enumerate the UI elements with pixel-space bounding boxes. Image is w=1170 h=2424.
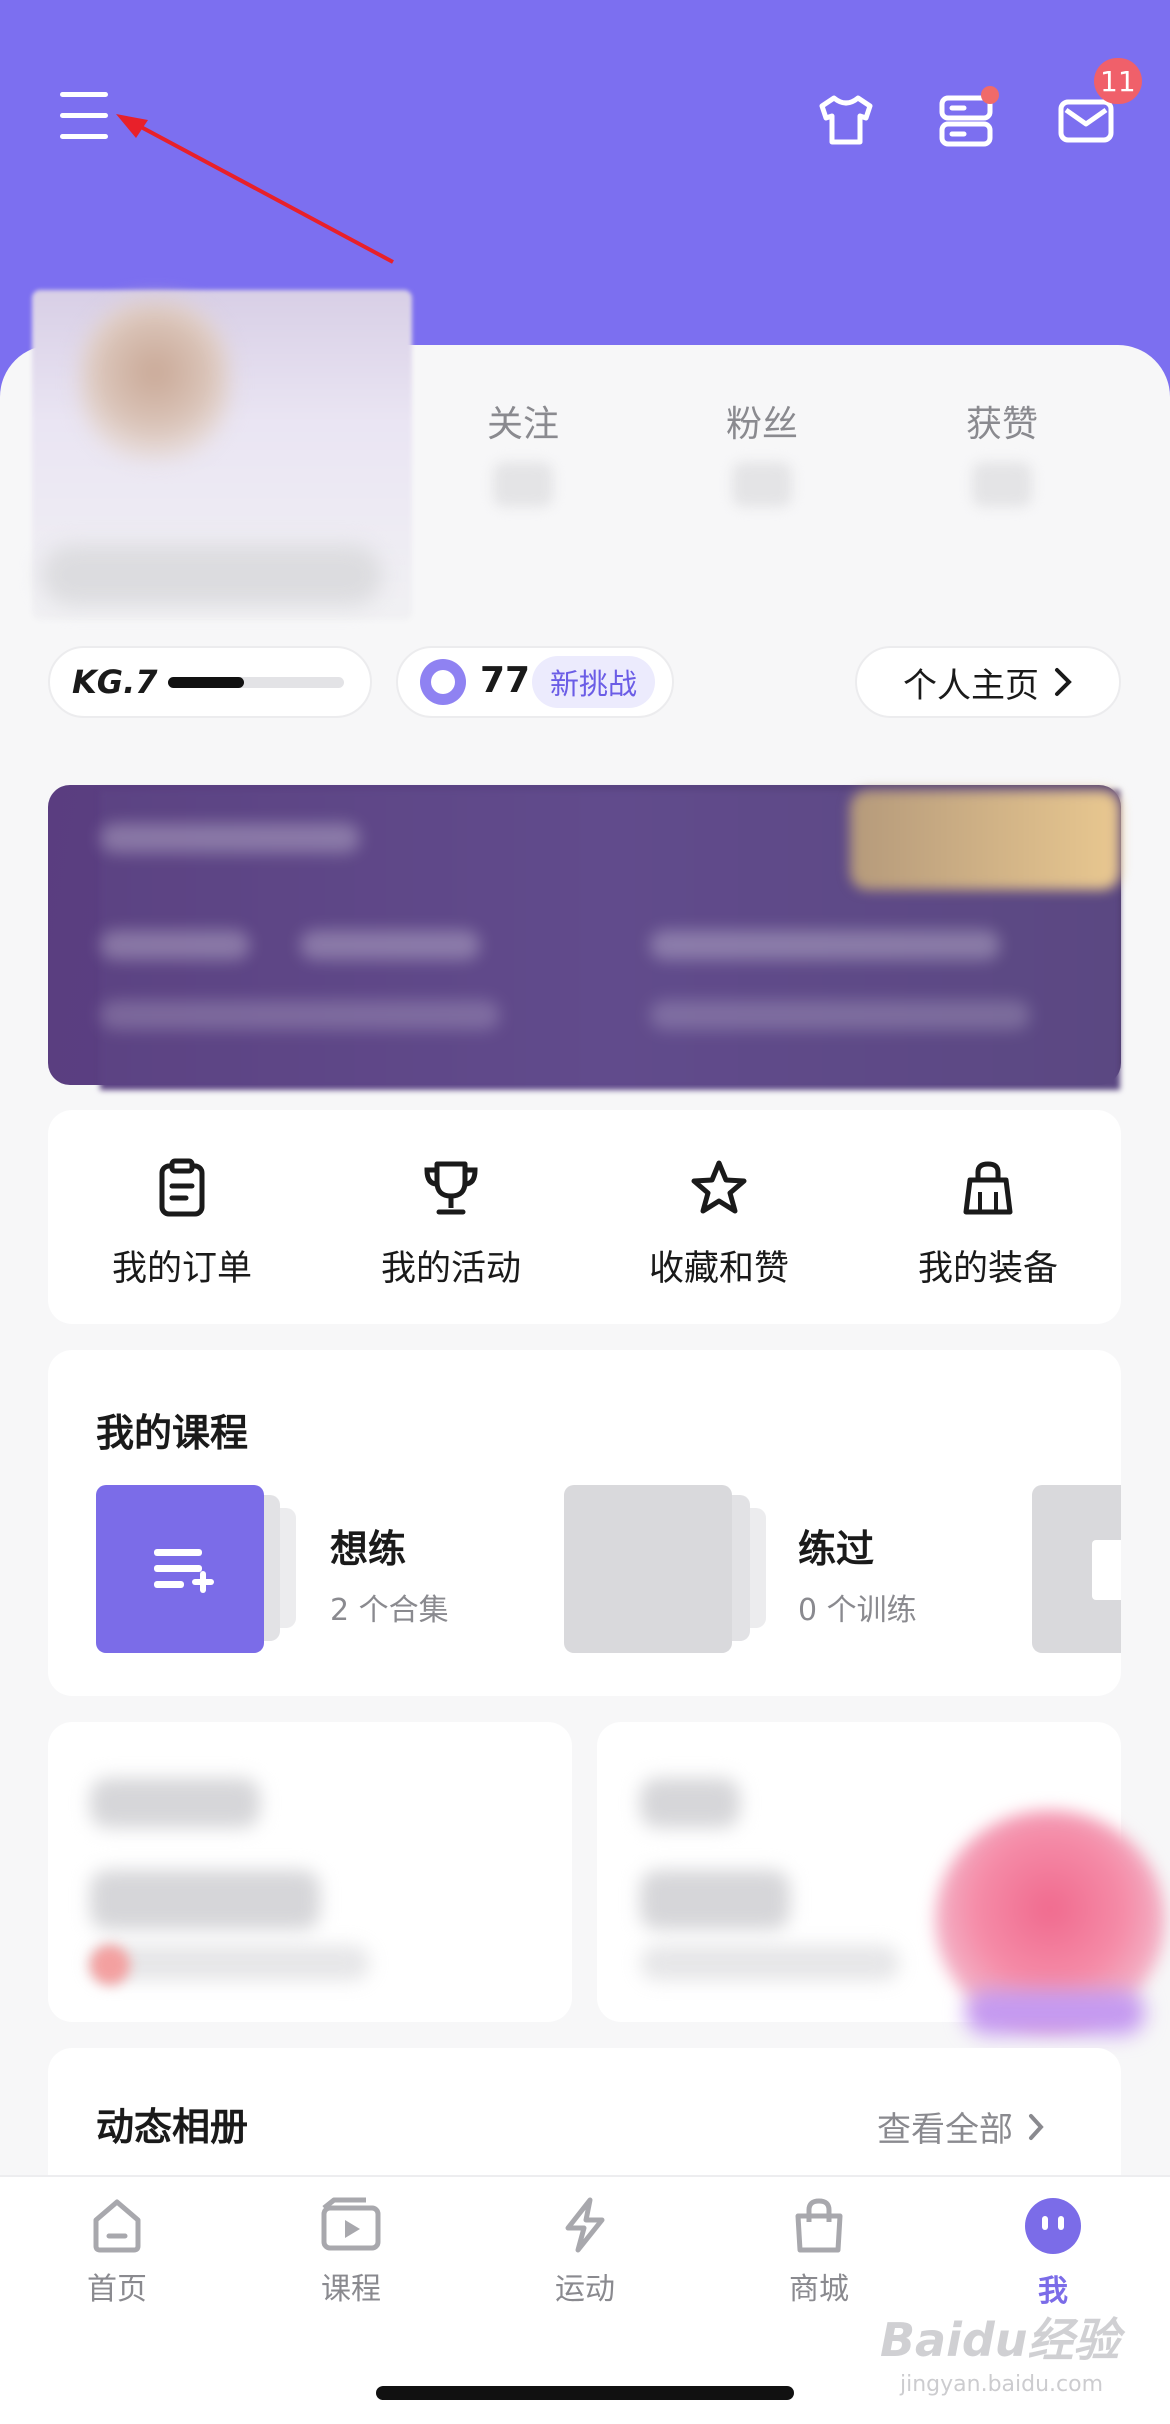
stat-following-label[interactable]: 关注 bbox=[423, 395, 623, 447]
banner-blurred-text bbox=[100, 930, 250, 960]
tab-me[interactable]: 我 bbox=[973, 2196, 1133, 2310]
blurred-text bbox=[640, 1778, 740, 1828]
trained-name[interactable]: 练过 bbox=[798, 1518, 874, 1573]
trained-tile[interactable] bbox=[564, 1485, 732, 1653]
floating-promo-label bbox=[965, 1990, 1145, 2035]
watermark-url: jingyan.baidu.com bbox=[900, 2372, 1104, 2397]
banner-blurred-text bbox=[650, 930, 1000, 960]
username-blurred bbox=[42, 545, 382, 605]
blurred-text bbox=[90, 1778, 260, 1828]
my-orders-label: 我的订单 bbox=[111, 1249, 252, 1289]
stat-likes-label[interactable]: 获赞 bbox=[902, 395, 1102, 447]
tab-home[interactable]: 首页 bbox=[37, 2196, 197, 2308]
favorites-button[interactable]: 收藏和赞 bbox=[609, 1158, 829, 1291]
lightning-icon bbox=[565, 2197, 605, 2253]
level-label: KG.7 bbox=[72, 663, 158, 701]
blurred-text bbox=[640, 1945, 900, 1981]
view-all-label: 查看全部 bbox=[877, 2110, 1013, 2150]
trained-count: 0 个训练 bbox=[798, 1593, 917, 1628]
medal-icon-center bbox=[431, 670, 455, 694]
my-activities-label: 我的活动 bbox=[380, 1249, 521, 1289]
banner-blurred-text bbox=[650, 1000, 1030, 1030]
tab-mall[interactable]: 商城 bbox=[739, 2196, 899, 2308]
view-all-button[interactable]: 查看全部 bbox=[877, 2102, 1045, 2151]
tab-sports[interactable]: 运动 bbox=[505, 2196, 665, 2308]
chevron-right-icon bbox=[1029, 2113, 1044, 2140]
album-title: 动态相册 bbox=[96, 2105, 249, 2149]
home-indicator[interactable] bbox=[376, 2386, 794, 2400]
tab-courses-label: 课程 bbox=[321, 2272, 381, 2307]
blurred-text bbox=[90, 1945, 370, 1981]
blurred-icon bbox=[90, 1945, 130, 1985]
level-progress-fill bbox=[168, 677, 244, 688]
stat-following-value bbox=[493, 462, 553, 507]
courses-title: 我的课程 bbox=[96, 1411, 249, 1455]
stat-fans-label[interactable]: 粉丝 bbox=[662, 395, 862, 447]
trophy-icon bbox=[424, 1161, 478, 1215]
want-to-train-tile[interactable] bbox=[96, 1485, 264, 1653]
my-gear-button[interactable]: 我的装备 bbox=[878, 1158, 1098, 1291]
new-challenge-tag[interactable]: 新挑战 bbox=[532, 656, 656, 708]
mail-badge: 11 bbox=[1094, 58, 1142, 104]
stat-likes-value bbox=[972, 462, 1032, 507]
banner-blurred-text bbox=[100, 1000, 500, 1030]
list-add-icon bbox=[154, 1549, 214, 1593]
blurred-text bbox=[90, 1870, 320, 1930]
my-activities-button[interactable]: 我的活动 bbox=[341, 1158, 561, 1291]
banner-blurred-text bbox=[100, 823, 360, 853]
want-to-train-count: 2 个合集 bbox=[330, 1593, 449, 1628]
tab-home-label: 首页 bbox=[87, 2272, 147, 2307]
tab-mall-label: 商城 bbox=[789, 2272, 849, 2307]
stat-fans-value bbox=[732, 462, 792, 507]
video-icon bbox=[321, 2197, 381, 2251]
bookmark-icon bbox=[1092, 1540, 1121, 1600]
shirt-icon[interactable] bbox=[814, 88, 878, 152]
tab-courses[interactable]: 课程 bbox=[271, 2196, 431, 2308]
profile-face-icon bbox=[1025, 2198, 1081, 2254]
banner-blurred-text bbox=[300, 930, 480, 960]
shopping-bag-icon bbox=[795, 2198, 843, 2253]
clipboard-icon bbox=[159, 1158, 205, 1217]
points-value: 77 bbox=[480, 660, 531, 701]
homepage-button[interactable]: 个人主页 bbox=[855, 646, 1121, 718]
my-orders-button[interactable]: 我的订单 bbox=[72, 1158, 292, 1291]
chevron-right-icon bbox=[1055, 668, 1072, 696]
my-gear-label: 我的装备 bbox=[917, 1249, 1058, 1289]
favorites-label: 收藏和赞 bbox=[648, 1249, 789, 1289]
banner-action-button[interactable] bbox=[850, 790, 1120, 890]
hamburger-icon[interactable] bbox=[60, 92, 108, 140]
blurred-text bbox=[640, 1870, 790, 1930]
avatar[interactable] bbox=[80, 300, 230, 460]
bag-icon bbox=[963, 1161, 1013, 1215]
homepage-label: 个人主页 bbox=[903, 665, 1039, 706]
notification-dot bbox=[981, 86, 999, 104]
watermark-logo: Baidu经验 bbox=[880, 2313, 1120, 2367]
star-icon bbox=[691, 1160, 747, 1214]
tab-sports-label: 运动 bbox=[555, 2272, 615, 2307]
annotation-arrow bbox=[116, 114, 394, 264]
home-icon bbox=[93, 2199, 141, 2253]
want-to-train-name[interactable]: 想练 bbox=[330, 1518, 406, 1573]
